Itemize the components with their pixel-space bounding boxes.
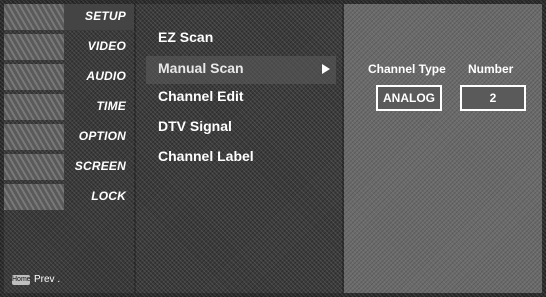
right-triangle-icon: [322, 64, 330, 74]
menu-item-option[interactable]: OPTION: [4, 124, 134, 150]
tv-osd-screen: SETUP VIDEO AUDIO TIME OPTION SCREEN LOC…: [0, 0, 546, 297]
panel-texture: [344, 4, 542, 293]
prev-hint: Home Prev .: [12, 274, 60, 285]
menu-item-label: SETUP: [84, 9, 126, 23]
channel-menu-panel: EZ Scan Manual Scan Channel Edit DTV Sig…: [136, 4, 342, 293]
menu-item-label: Channel Label: [158, 148, 254, 164]
setup-icon: [4, 4, 64, 30]
video-icon: [4, 34, 64, 60]
menu-item-label: AUDIO: [86, 69, 126, 83]
menu-item-label: Channel Edit: [158, 88, 244, 104]
manual-scan-panel: Channel Type Number ANALOG 2: [344, 4, 542, 293]
number-header: Number: [468, 62, 514, 76]
main-menu-panel: SETUP VIDEO AUDIO TIME OPTION SCREEN LOC…: [4, 4, 134, 293]
menu-item-screen[interactable]: SCREEN: [4, 154, 134, 180]
menu-item-label: Manual Scan: [158, 60, 244, 76]
screen-icon: [4, 154, 64, 180]
menu-item-label: LOCK: [91, 189, 126, 203]
menu-item-channel-label[interactable]: Channel Label: [158, 148, 254, 168]
prev-label: Prev .: [34, 274, 61, 285]
channel-number-field[interactable]: 2: [460, 85, 526, 111]
menu-item-manual-scan[interactable]: Manual Scan: [158, 60, 342, 80]
lock-icon: [4, 184, 64, 210]
menu-item-audio[interactable]: AUDIO: [4, 64, 134, 90]
menu-item-label: SCREEN: [74, 159, 126, 173]
menu-item-channel-edit[interactable]: Channel Edit: [158, 88, 244, 108]
menu-item-label: DTV Signal: [158, 118, 232, 134]
menu-item-time[interactable]: TIME: [4, 94, 134, 120]
home-key-icon: Home: [12, 274, 31, 285]
audio-icon: [4, 64, 64, 90]
menu-item-label: OPTION: [78, 129, 126, 143]
channel-type-field[interactable]: ANALOG: [376, 85, 442, 111]
menu-item-dtv-signal[interactable]: DTV Signal: [158, 118, 232, 138]
menu-item-lock[interactable]: LOCK: [4, 184, 134, 210]
time-icon: [4, 94, 64, 120]
menu-item-label: VIDEO: [87, 39, 126, 53]
menu-item-ez-scan[interactable]: EZ Scan: [158, 29, 213, 49]
option-icon: [4, 124, 64, 150]
menu-item-video[interactable]: VIDEO: [4, 34, 134, 60]
menu-item-label: TIME: [96, 99, 126, 113]
menu-item-label: EZ Scan: [158, 29, 214, 45]
channel-type-header: Channel Type: [368, 62, 446, 76]
menu-item-setup[interactable]: SETUP: [4, 4, 134, 30]
